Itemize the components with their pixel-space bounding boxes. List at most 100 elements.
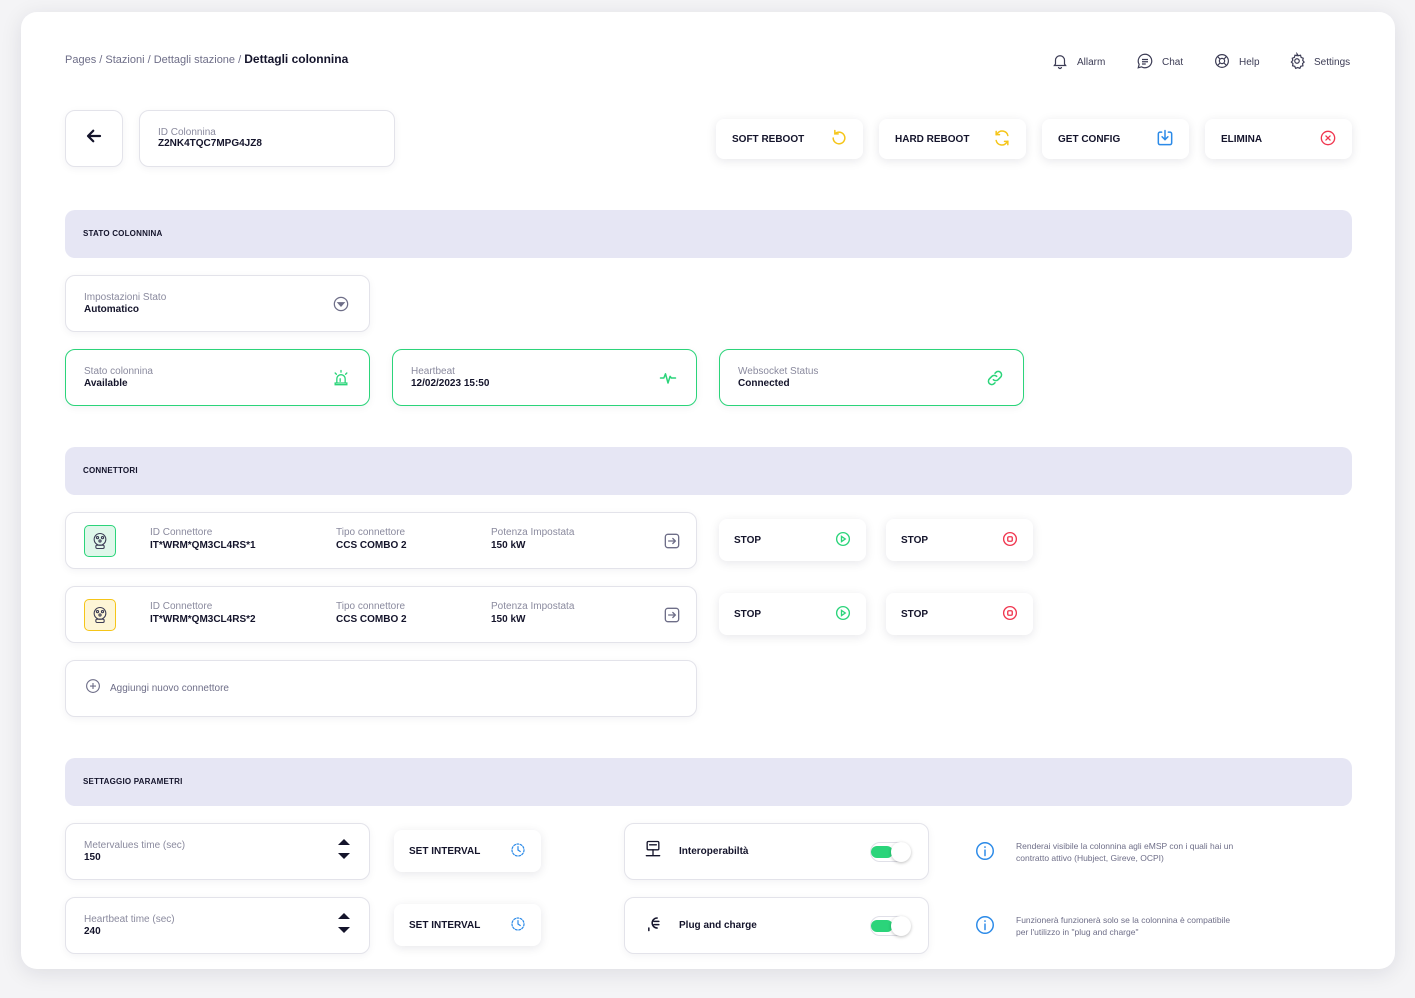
id-colonnina-field: ID Colonnina Z2NK4TQC7MPG4JZ8 <box>139 110 395 167</box>
connector-start-label: STOP <box>734 608 762 620</box>
open-arrow-icon[interactable] <box>662 531 682 556</box>
connector-plug-icon <box>84 525 116 557</box>
connector-stop-button[interactable]: STOP <box>886 519 1033 561</box>
impostazioni-stato-value: Automatico <box>84 304 139 315</box>
nav-chat[interactable]: Chat <box>1136 52 1183 73</box>
heartbeat-time-label: Heartbeat time (sec) <box>84 914 175 925</box>
set-interval-label: SET INTERVAL <box>409 845 481 857</box>
set-interval-button[interactable]: SET INTERVAL <box>394 830 541 872</box>
connector-type-label: Tipo connettore <box>336 527 406 538</box>
close-circle-icon <box>1318 128 1338 151</box>
stato-colonnina-value: Available <box>84 378 128 389</box>
connector-id-label: ID Connettore <box>150 601 213 612</box>
id-colonnina-label: ID Colonnina <box>158 127 216 138</box>
plug-and-charge-info: Funzionerà funzionerà solo se la colonni… <box>1016 915 1231 937</box>
info-icon <box>974 840 996 867</box>
plug-and-charge-label: Plug and charge <box>679 920 757 931</box>
refresh-icon <box>992 128 1012 151</box>
interoperabilita-toggle[interactable] <box>870 841 911 862</box>
open-arrow-icon[interactable] <box>662 605 682 630</box>
connector-stop-label: STOP <box>901 608 929 620</box>
add-connector-button[interactable]: Aggiungi nuovo connettore <box>65 660 697 717</box>
elimina-label: ELIMINA <box>1221 133 1263 145</box>
interoperabilita-info: Renderai visibile la colonnina agli eMSP… <box>1016 841 1234 863</box>
chat-icon <box>1136 52 1154 73</box>
connector-id-label: ID Connettore <box>150 527 213 538</box>
link-icon <box>985 368 1005 388</box>
section-connettori: CONNETTORI <box>65 447 1352 495</box>
plus-circle-icon <box>84 677 102 700</box>
nav-help-label: Help <box>1239 57 1260 68</box>
plug-and-charge-toggle-card: Plug and charge <box>624 897 929 954</box>
connector-start-button[interactable]: STOP <box>719 593 866 635</box>
nav-alarm-label: Allarm <box>1077 57 1106 68</box>
heartbeat-time-stepper[interactable]: Heartbeat time (sec) 240 <box>65 897 370 954</box>
set-interval-button[interactable]: SET INTERVAL <box>394 904 541 946</box>
websocket-status-card: Websocket Status Connected <box>719 349 1024 406</box>
breadcrumb-pages[interactable]: Pages <box>65 54 96 66</box>
stop-circle-icon <box>1001 530 1019 551</box>
elimina-button[interactable]: ELIMINA <box>1205 119 1352 159</box>
play-circle-icon <box>834 604 852 625</box>
heartbeat-card: Heartbeat 12/02/2023 15:50 <box>392 349 697 406</box>
nav-help[interactable]: Help <box>1213 52 1260 73</box>
siren-icon <box>331 368 351 388</box>
stato-colonnina-card: Stato colonnina Available <box>65 349 370 406</box>
set-interval-label: SET INTERVAL <box>409 919 481 931</box>
heartbeat-time-value: 240 <box>84 926 101 937</box>
plug-and-charge-toggle[interactable] <box>870 915 911 936</box>
back-button[interactable] <box>65 110 123 167</box>
id-colonnina-value: Z2NK4TQC7MPG4JZ8 <box>158 138 262 149</box>
bell-icon <box>1051 52 1069 73</box>
breadcrumb-stazioni[interactable]: Stazioni <box>105 54 144 66</box>
plug-icon <box>643 913 663 938</box>
impostazioni-stato-select[interactable]: Impostazioni Stato Automatico <box>65 275 370 332</box>
breadcrumb-dettagli-stazione[interactable]: Dettagli stazione <box>154 54 235 66</box>
connector-row[interactable]: ID Connettore IT*WRM*QM3CL4RS*1 Tipo con… <box>65 512 697 569</box>
network-icon <box>643 839 663 864</box>
connector-row[interactable]: ID Connettore IT*WRM*QM3CL4RS*2 Tipo con… <box>65 586 697 643</box>
stato-colonnina-label: Stato colonnina <box>84 366 153 377</box>
rotate-icon <box>829 128 849 151</box>
metervalues-time-stepper[interactable]: Metervalues time (sec) 150 <box>65 823 370 880</box>
section-stato-colonnina: STATO COLONNINA <box>65 210 1352 258</box>
nav-settings-label: Settings <box>1314 57 1351 68</box>
metervalues-time-value: 150 <box>84 852 101 863</box>
soft-reboot-button[interactable]: SOFT REBOOT <box>716 119 863 159</box>
stepper-arrows-icon[interactable] <box>337 912 351 939</box>
clock-icon <box>509 915 527 936</box>
connector-id-value: IT*WRM*QM3CL4RS*2 <box>150 614 256 625</box>
lifebuoy-icon <box>1213 52 1231 73</box>
breadcrumb-separator: / <box>238 54 242 66</box>
connector-type-value: CCS COMBO 2 <box>336 540 407 551</box>
play-circle-icon <box>834 530 852 551</box>
interoperabilita-label: Interoperabiltà <box>679 846 749 857</box>
nav-settings[interactable]: Settings <box>1288 51 1351 73</box>
hard-reboot-button[interactable]: HARD REBOOT <box>879 119 1026 159</box>
heartbeat-label: Heartbeat <box>411 366 455 377</box>
impostazioni-stato-label: Impostazioni Stato <box>84 292 167 303</box>
interoperabilita-toggle-card: Interoperabiltà <box>624 823 929 880</box>
websocket-status-label: Websocket Status <box>738 366 819 377</box>
nav-chat-label: Chat <box>1162 57 1184 68</box>
connector-id-value: IT*WRM*QM3CL4RS*1 <box>150 540 256 551</box>
stop-circle-icon <box>1001 604 1019 625</box>
gear-icon <box>1288 51 1306 73</box>
info-icon <box>974 914 996 941</box>
stepper-arrows-icon[interactable] <box>337 838 351 865</box>
connector-stop-button[interactable]: STOP <box>886 593 1033 635</box>
breadcrumb-separator: / <box>99 54 103 66</box>
connector-type-value: CCS COMBO 2 <box>336 614 407 625</box>
breadcrumb: Pages / Stazioni / Dettagli stazione / D… <box>65 52 348 66</box>
connector-start-button[interactable]: STOP <box>719 519 866 561</box>
connector-start-label: STOP <box>734 534 762 546</box>
connector-power-label: Potenza Impostata <box>491 527 575 538</box>
nav-alarm[interactable]: Allarm <box>1051 52 1105 73</box>
breadcrumb-separator: / <box>147 54 151 66</box>
metervalues-time-label: Metervalues time (sec) <box>84 840 186 851</box>
hard-reboot-label: HARD REBOOT <box>895 133 970 145</box>
connector-plug-icon <box>84 599 116 631</box>
clock-icon <box>509 841 527 862</box>
get-config-button[interactable]: GET CONFIG <box>1042 119 1189 159</box>
connector-power-value: 150 kW <box>491 540 526 551</box>
